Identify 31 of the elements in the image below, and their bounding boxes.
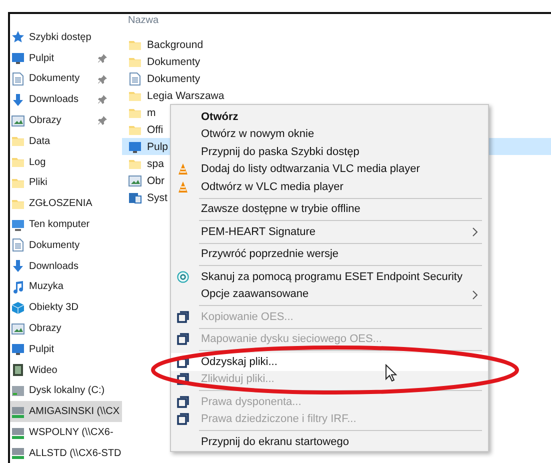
sidebar-item-label: Downloads: [29, 94, 78, 106]
sidebar-item-label: Pulpit: [29, 344, 54, 355]
file-name: Obr: [147, 174, 165, 186]
file-name: Dokumenty: [147, 56, 200, 68]
file-name: Legia Warszawa: [147, 90, 224, 102]
sidebar-item-label: Log: [29, 156, 46, 168]
sidebar-item-label: Pulpit: [29, 52, 54, 64]
sidebar-item-label: Szybki dostęp: [29, 32, 92, 43]
sidebar-item-label: Dysk lokalny (C:): [29, 385, 105, 396]
sidebar-item-label: Downloads: [29, 260, 78, 272]
file-name: Offi: [147, 124, 164, 136]
sidebar-item-label: ZGŁOSZENIA: [29, 198, 92, 210]
sidebar-item-label: Muzyka: [29, 281, 64, 292]
sidebar-item-label: Ten komputer: [29, 219, 90, 230]
file-name: spa: [147, 158, 164, 170]
sidebar-item-label: Obrazy: [29, 323, 62, 334]
file-name: Syst: [147, 192, 168, 204]
sidebar-item-label: Wideo: [29, 364, 58, 376]
sidebar-item-label: Obrazy: [29, 115, 62, 126]
file-name: Background: [147, 38, 204, 50]
file-name: Dokumenty: [147, 72, 200, 84]
sidebar-item-label: Obiekty 3D: [29, 302, 78, 314]
sidebar-item-label: Dokumenty: [29, 73, 80, 84]
sidebar-item-label: Dokumenty: [29, 240, 80, 251]
sidebar-item-label: ALLSTD (\\CX6-STD: [29, 448, 122, 459]
sidebar-item-label: Pliki: [29, 177, 48, 188]
sidebar-item-label: WSPOLNY (\\CX6-: [29, 427, 114, 438]
sidebar-item-label: AMIGASINSKI (\\CX: [29, 406, 120, 418]
file-name: m: [147, 106, 156, 118]
file-name: Pulp: [147, 140, 168, 152]
sidebar-item-label: Data: [29, 136, 50, 147]
